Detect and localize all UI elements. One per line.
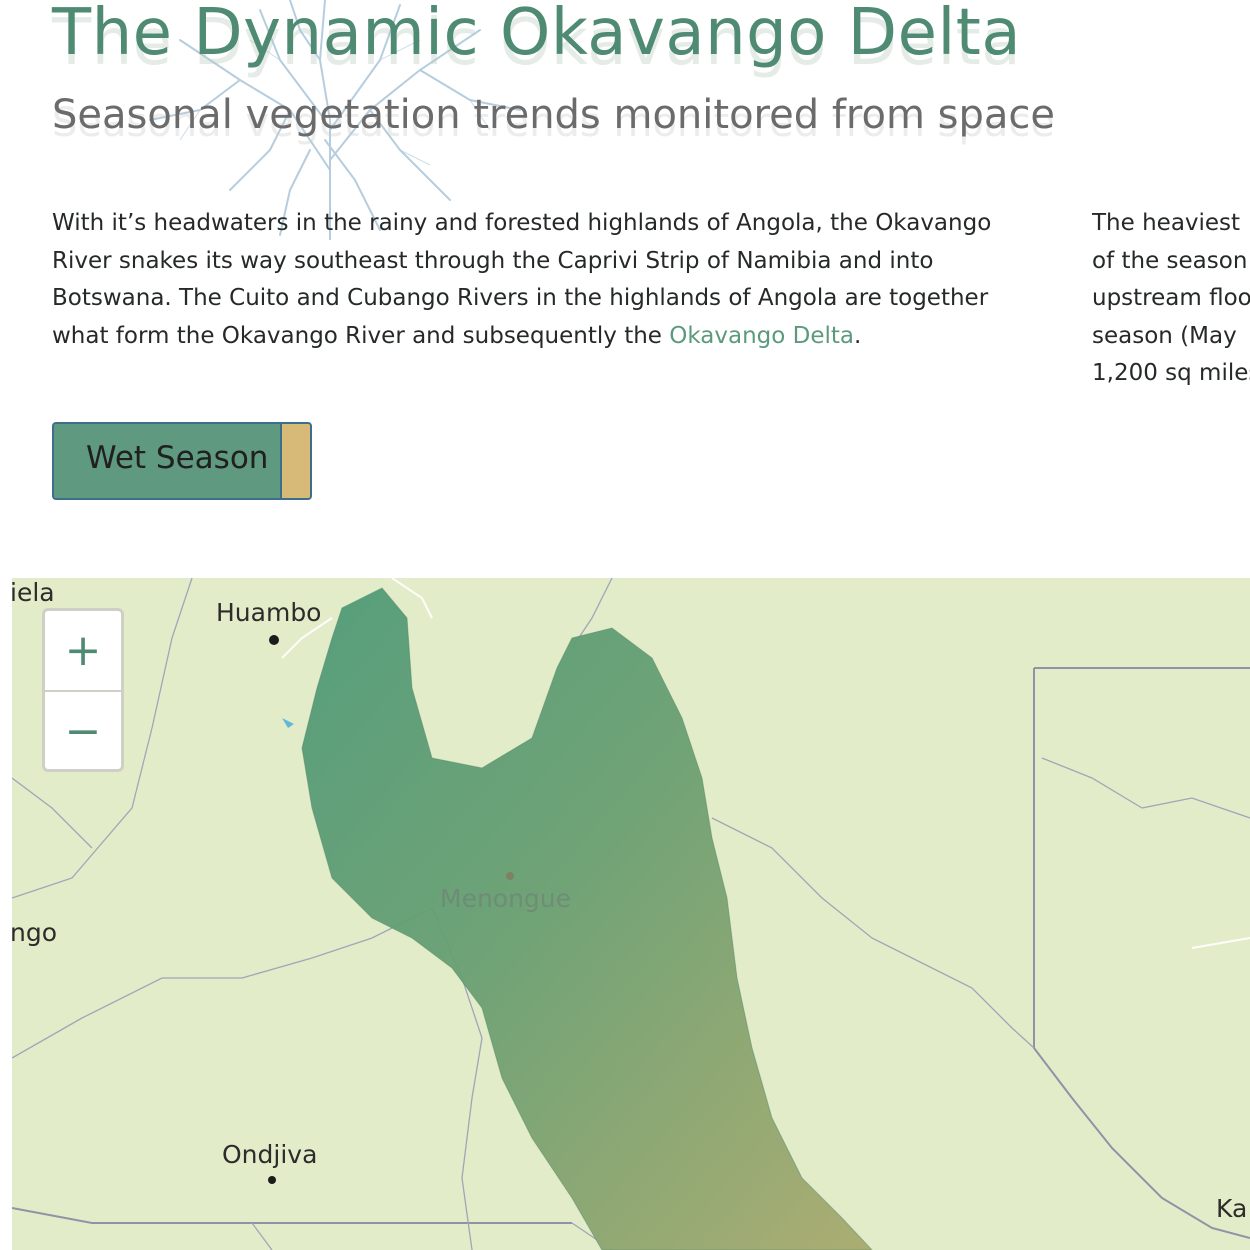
menongue-marker	[506, 872, 514, 880]
intro-paragraph: With it’s headwaters in the rainy and fo…	[52, 205, 1012, 355]
place-label-menongue: Menongue	[440, 884, 572, 913]
okavango-delta-link[interactable]: Okavango Delta	[669, 323, 854, 349]
zoom-control: + −	[42, 608, 124, 772]
intro-text-end: .	[854, 322, 862, 349]
place-label-ondjiva: Ondjiva	[222, 1140, 318, 1169]
intro-right-line: season (May	[1092, 322, 1237, 349]
map-view[interactable]: iela Huambo Menongue ngo Ondjiva Ka + −	[12, 578, 1250, 1250]
huambo-marker	[269, 635, 279, 645]
zoom-out-button[interactable]: −	[45, 690, 121, 771]
intro-right-line: of the season	[1092, 247, 1248, 274]
season-toggle-label: Wet Season	[86, 440, 269, 476]
season-toggle[interactable]: Wet Season	[52, 422, 312, 500]
place-label: iela	[12, 578, 55, 607]
intro-right-line: The heaviest	[1092, 210, 1241, 236]
page-subtitle: Seasonal vegetation trends monitored fro…	[52, 92, 1055, 138]
intro-right-line: upstream floo	[1092, 285, 1250, 311]
intro-right-line: 1,200 sq miles	[1092, 360, 1250, 386]
place-label: Ka	[1216, 1194, 1248, 1223]
page-title: The Dynamic Okavango Delta	[52, 0, 1022, 70]
map-canvas[interactable]	[12, 578, 1250, 1250]
zoom-in-button[interactable]: +	[45, 611, 121, 690]
place-label: ngo	[12, 918, 58, 947]
season-toggle-knob[interactable]	[280, 424, 310, 498]
place-label-huambo: Huambo	[216, 598, 322, 627]
intro-paragraph-right: The heaviest of the season upstream floo…	[1092, 205, 1250, 393]
ondjiva-marker	[268, 1176, 276, 1184]
